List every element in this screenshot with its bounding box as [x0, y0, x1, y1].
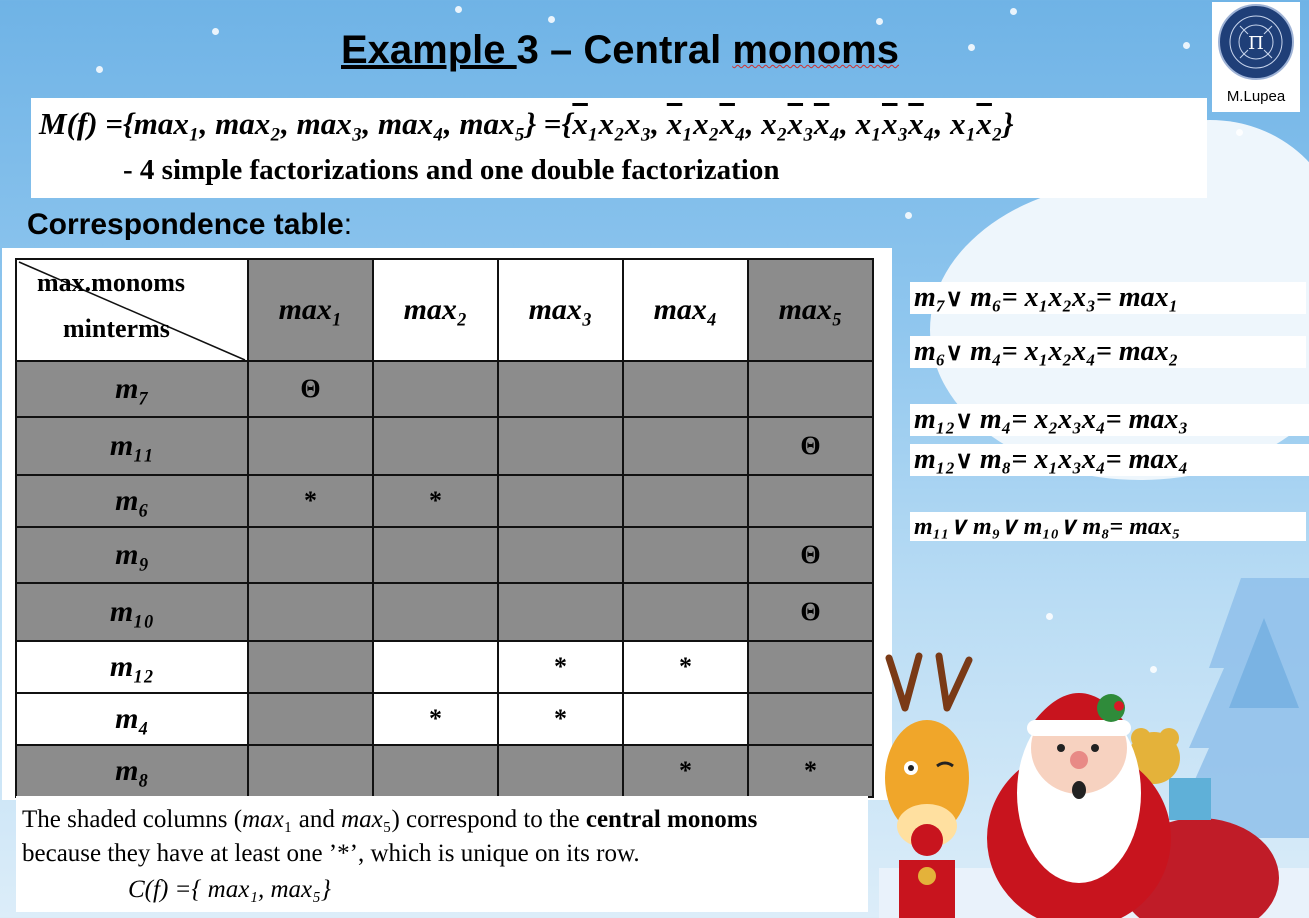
table-row: m₄ * *: [15, 692, 874, 746]
column-header: max₃: [497, 258, 624, 362]
table-cell: [497, 582, 624, 642]
table-cell: [247, 582, 374, 642]
table-header-row: max.monoms minterms max₁ max₂ max₃ max₄ …: [15, 258, 874, 362]
column-header: max₂: [372, 258, 499, 362]
title-middle: 3 – Central: [516, 28, 733, 72]
correspondence-table: max.monoms minterms max₁ max₂ max₃ max₄ …: [15, 258, 874, 798]
correspondence-table-panel: max.monoms minterms max₁ max₂ max₃ max₄ …: [2, 248, 892, 800]
equation-max1: m₇∨ m₆= x₁x₂x₃= max₁: [910, 282, 1306, 314]
equation-max2: m₆∨ m₄= x₁x₂x₄= max₂: [910, 336, 1306, 368]
title-spellcheck-word: monoms: [732, 28, 899, 72]
table-cell: *: [622, 640, 749, 694]
table-row: m₁₂ * *: [15, 640, 874, 694]
svg-text:Π: Π: [1248, 33, 1264, 54]
snowflake: [1010, 8, 1017, 15]
table-cell: [622, 582, 749, 642]
table-row: m₁₁ Θ: [15, 416, 874, 476]
table-cell: [247, 692, 374, 746]
row-label: m₇: [15, 360, 249, 418]
column-header: max₁: [247, 258, 374, 362]
note-line: because they have at least one ’*’, whic…: [22, 840, 640, 867]
table-cell: [622, 360, 749, 418]
equation-max4: m₁₂∨ m₈= x₁x₃x₄= max₄: [910, 444, 1309, 476]
snowflake: [548, 16, 555, 23]
row-header-label: minterms: [63, 314, 170, 343]
table-cell: [372, 640, 499, 694]
table-cell: Θ: [747, 582, 874, 642]
logo-caption: M.Lupea: [1226, 88, 1286, 105]
table-cell: [622, 474, 749, 528]
snowflake: [876, 18, 883, 25]
column-header-label: max.monoms: [37, 268, 186, 297]
table-cell: [747, 692, 874, 746]
table-row: m₈ * *: [15, 744, 874, 798]
row-label: m₄: [15, 692, 249, 746]
table-cell: [747, 474, 874, 528]
table-cell: [622, 692, 749, 746]
table-cell: [372, 582, 499, 642]
row-label: m₁₁: [15, 416, 249, 476]
row-label: m₈: [15, 744, 249, 798]
table-cell: [497, 360, 624, 418]
table-cell: [247, 640, 374, 694]
christmas-illustration: [879, 578, 1309, 918]
table-cell: *: [497, 640, 624, 694]
table-cell: [747, 640, 874, 694]
table-corner-header: max.monoms minterms: [15, 258, 249, 362]
maximal-monoms-box: M(f) ={max₁, max₂, max₃, max₄, max₅} ={x…: [31, 98, 1207, 198]
explanation-note: The shaded columns (max₁ and max₅) corre…: [16, 796, 868, 912]
table-cell: [622, 416, 749, 476]
table-cell: *: [247, 474, 374, 528]
equation-max5: m₁₁∨ m₉∨ m₁₀∨ m₈= max₅: [910, 512, 1306, 541]
table-cell: *: [497, 692, 624, 746]
snowflake: [1236, 129, 1243, 136]
table-row: m₇ Θ: [15, 360, 874, 418]
table-cell: [247, 744, 374, 798]
table-row: m₆ * *: [15, 474, 874, 528]
table-cell: [497, 416, 624, 476]
table-cell: [247, 416, 374, 476]
table-row: m₉ Θ: [15, 526, 874, 584]
row-label: m₉: [15, 526, 249, 584]
table-cell: [372, 416, 499, 476]
maximal-monoms-formula: M(f) ={max₁, max₂, max₃, max₄, max₅} ={x…: [39, 106, 1014, 141]
snowflake: [905, 212, 912, 219]
table-cell: [497, 474, 624, 528]
table-cell: Θ: [747, 526, 874, 584]
table-cell: Θ: [747, 416, 874, 476]
table-cell: [372, 526, 499, 584]
row-label: m₁₀: [15, 582, 249, 642]
equation-max3: m₁₂∨ m₄= x₂x₃x₄= max₃: [910, 404, 1309, 436]
table-cell: *: [747, 744, 874, 798]
university-logo: Π M.Lupea: [1212, 2, 1300, 112]
table-cell: [497, 744, 624, 798]
row-label: m₁₂: [15, 640, 249, 694]
table-cell: *: [372, 692, 499, 746]
table-cell: *: [622, 744, 749, 798]
title-underlined: Example: [341, 28, 517, 72]
table-row: m₁₀ Θ: [15, 582, 874, 642]
table-cell: Θ: [247, 360, 374, 418]
column-header: max₄: [622, 258, 749, 362]
table-cell: [372, 360, 499, 418]
table-cell: [747, 360, 874, 418]
note-line: The shaded columns (max₁ and max₅) corre…: [22, 806, 758, 833]
slide-title: Example 3 – Central monoms: [0, 28, 1240, 73]
table-cell: [247, 526, 374, 584]
university-seal-icon: Π: [1218, 4, 1294, 80]
correspondence-label: Correspondence table:: [27, 208, 353, 241]
table-cell: [372, 744, 499, 798]
table-cell: [622, 526, 749, 584]
snowflake: [455, 6, 462, 13]
table-cell: *: [372, 474, 499, 528]
central-monoms-formula: C(f) ={ max₁, max₅}: [128, 876, 331, 903]
factorization-note: - 4 simple factorizations and one double…: [123, 154, 780, 186]
column-header: max₅: [747, 258, 874, 362]
row-label: m₆: [15, 474, 249, 528]
table-cell: [497, 526, 624, 584]
